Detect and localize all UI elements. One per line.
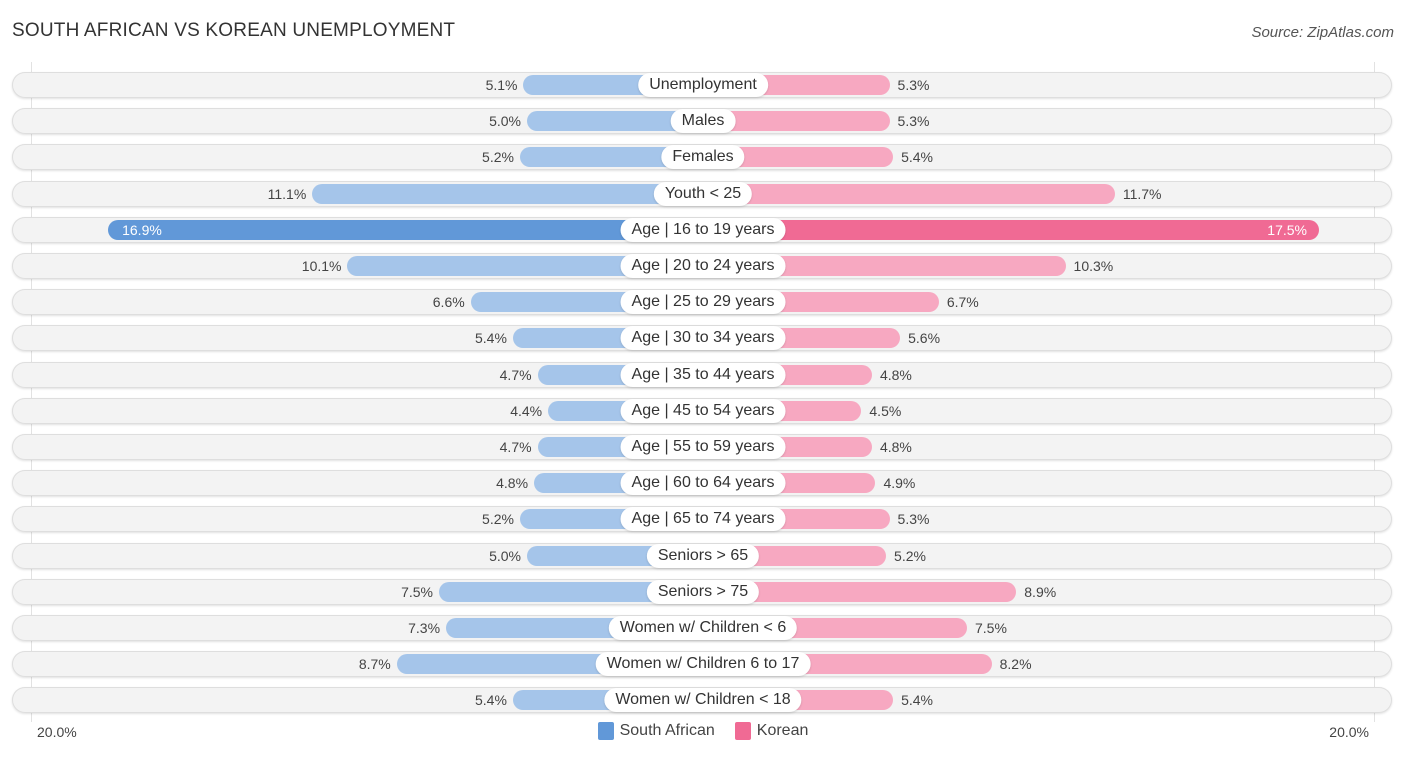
bar-korean[interactable] [703,183,1115,204]
value-label-korean: 17.5% [1267,221,1307,238]
value-label-korean: 11.7% [1122,185,1162,202]
value-label-south-african: 5.2% [482,149,514,166]
legend: South African Korean [0,722,1406,740]
value-label-south-african: 5.4% [475,692,507,709]
value-label-south-african: 5.1% [485,77,518,93]
value-label-korean: 6.7% [946,294,979,311]
value-label-south-african: 16.9% [122,221,162,238]
legend-item-korean[interactable]: Korean [734,722,809,740]
value-label-korean: 4.8% [879,366,912,383]
value-label-korean: 8.9% [1024,583,1057,600]
value-label-korean: 5.6% [908,330,941,347]
value-label-korean: 8.2% [999,656,1032,673]
category-label: Seniors > 75 [646,579,760,604]
legend-swatch-south-african [597,722,614,740]
category-label: Age | 35 to 44 years [620,362,786,387]
value-label-korean: 7.5% [975,620,1007,636]
category-label: Age | 65 to 74 years [620,507,786,532]
value-label-korean: 5.2% [894,547,926,564]
value-label-korean: 4.8% [879,439,912,455]
category-label: Women w/ Children < 18 [604,688,802,713]
category-label: Age | 16 to 19 years [620,217,786,242]
value-label-korean: 5.4% [901,692,933,709]
category-label: Age | 45 to 54 years [620,398,786,423]
legend-swatch-korean [734,722,751,740]
value-label-south-african: 7.5% [401,583,433,600]
category-label: Unemployment [638,73,768,97]
category-label: Age | 55 to 59 years [620,435,786,459]
value-label-korean: 4.9% [883,475,916,492]
diverging-bar-chart: 5.1% 5.3% Unemployment 5.0% 5.3% Males 5.2% 5.4… [0,0,1406,757]
value-label-korean: 4.5% [869,402,902,419]
legend-item-south-african[interactable]: South African [597,722,715,740]
legend-label-south-african: South African [619,722,715,739]
value-label-south-african: 11.1% [267,185,307,202]
value-label-korean: 5.3% [897,511,930,528]
bar-south-african[interactable] [108,219,703,240]
category-label: Youth < 25 [653,181,753,206]
value-label-south-african: 5.4% [475,330,507,347]
value-label-south-african: 4.4% [510,402,543,419]
bar-korean[interactable] [703,219,1319,240]
value-label-korean: 10.3% [1073,258,1114,274]
value-label-south-african: 5.0% [489,113,521,130]
value-label-south-african: 4.7% [499,366,532,383]
category-label: Age | 60 to 64 years [620,471,786,496]
value-label-south-african: 10.1% [301,258,342,274]
bar-south-african[interactable] [312,183,703,204]
value-label-korean: 5.4% [901,149,933,166]
category-label: Age | 30 to 34 years [620,326,786,351]
value-label-korean: 5.3% [897,77,930,93]
value-label-south-african: 5.2% [482,511,514,528]
value-label-south-african: 6.6% [432,294,465,311]
legend-label-korean: Korean [756,722,809,739]
value-label-south-african: 5.0% [489,547,521,564]
value-label-south-african: 4.7% [499,439,532,455]
category-label: Age | 20 to 24 years [620,254,786,278]
category-label: Females [661,145,745,170]
value-label-south-african: 8.7% [358,656,391,673]
value-label-korean: 5.3% [897,113,930,130]
category-label: Males [670,109,736,134]
value-label-south-african: 7.3% [408,620,441,636]
category-label: Women w/ Children < 6 [608,616,798,640]
category-label: Women w/ Children 6 to 17 [595,652,811,677]
value-label-south-african: 4.8% [496,475,529,492]
category-label: Age | 25 to 29 years [620,290,786,315]
category-label: Seniors > 65 [646,543,760,568]
